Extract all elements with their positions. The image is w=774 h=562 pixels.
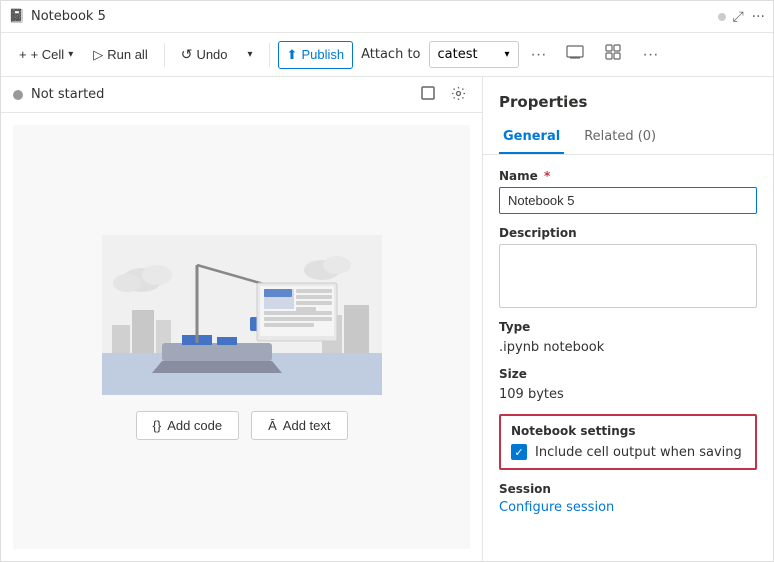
divider-1 — [164, 43, 165, 67]
description-input[interactable] — [499, 244, 757, 308]
divider-2 — [269, 43, 270, 67]
size-field-section: Size 109 bytes — [499, 367, 757, 402]
include-output-checkbox[interactable] — [511, 444, 527, 460]
notebook-icon: 📓 — [9, 9, 25, 25]
required-indicator: * — [540, 169, 550, 183]
cell-button[interactable]: + + Cell ▾ — [11, 42, 81, 67]
add-code-button[interactable]: {} Add code — [136, 411, 240, 440]
tab-related[interactable]: Related (0) — [580, 121, 660, 154]
illustration-area: {} Add code Ā Add text — [13, 125, 470, 549]
status-actions — [417, 84, 470, 106]
panel-title: Properties — [483, 77, 773, 121]
notebook-canvas: Not started — [1, 77, 483, 561]
panel-body: Name * Description Type .ipynb notebook … — [483, 155, 773, 529]
session-section: Session Configure session — [499, 482, 757, 515]
size-value: 109 bytes — [499, 387, 757, 402]
undo-icon: ↺ — [181, 46, 193, 63]
session-label: Session — [499, 482, 757, 496]
more-button-2[interactable]: ··· — [634, 41, 666, 69]
dropdown-arrow: ▾ — [504, 49, 509, 60]
description-label: Description — [499, 226, 757, 240]
description-field-section: Description — [499, 226, 757, 308]
type-value: .ipynb notebook — [499, 340, 757, 355]
status-dot — [13, 90, 23, 100]
status-bar: Not started — [1, 77, 482, 113]
layout-icon-button[interactable] — [596, 38, 630, 71]
chevron-down-icon: ▾ — [68, 49, 73, 60]
upload-icon: ⬆ — [287, 47, 298, 63]
main-area: Not started — [1, 77, 773, 561]
notebook-illustration — [102, 235, 382, 395]
title-bar: 📓 Notebook 5 ⤢ ··· — [1, 1, 773, 33]
plus-icon: + — [19, 47, 27, 62]
run-all-button[interactable]: ▷ Run all — [85, 42, 155, 68]
cell-buttons: {} Add code Ā Add text — [136, 411, 348, 440]
undo-dropdown[interactable]: ▾ — [240, 44, 261, 65]
configure-session-link[interactable]: Configure session — [499, 500, 757, 515]
checkbox-row: Include cell output when saving — [511, 444, 745, 460]
name-field-section: Name * — [499, 169, 757, 214]
tab-general[interactable]: General — [499, 121, 564, 154]
play-icon: ▷ — [93, 47, 103, 63]
expand-icon[interactable]: ⤢ — [732, 9, 743, 25]
publish-button[interactable]: ⬆ Publish — [278, 41, 354, 69]
undo-button[interactable]: ↺ Undo — [173, 41, 236, 68]
compute-icon — [566, 48, 584, 65]
window-actions: ⤢ ··· — [732, 9, 765, 25]
window-title: Notebook 5 — [31, 9, 708, 24]
compute-icon-button[interactable] — [558, 38, 592, 71]
notebook-settings-box: Notebook settings Include cell output wh… — [499, 414, 757, 470]
chevron-down-icon-2: ▾ — [248, 49, 253, 60]
attach-dropdown[interactable]: catest ▾ — [429, 41, 519, 68]
unsaved-dot — [718, 13, 726, 21]
name-input[interactable] — [499, 187, 757, 214]
type-label: Type — [499, 320, 757, 334]
more-icon[interactable]: ··· — [752, 9, 765, 25]
toolbar: + + Cell ▾ ▷ Run all ↺ Undo ▾ ⬆ Publish … — [1, 33, 773, 77]
add-text-button[interactable]: Ā Add text — [251, 411, 347, 440]
include-output-label: Include cell output when saving — [535, 445, 742, 460]
panel-tabs: General Related (0) — [483, 121, 773, 155]
layout-icon — [604, 48, 622, 65]
status-text: Not started — [31, 87, 104, 102]
name-label: Name * — [499, 169, 757, 183]
settings-button[interactable] — [447, 84, 470, 106]
type-field-section: Type .ipynb notebook — [499, 320, 757, 355]
more-button-1[interactable]: ··· — [523, 41, 555, 69]
notebook-settings-title: Notebook settings — [511, 424, 745, 438]
properties-panel: Properties General Related (0) Name * De… — [483, 77, 773, 561]
text-icon: Ā — [268, 418, 277, 433]
size-label: Size — [499, 367, 757, 381]
attach-to-label: Attach to — [357, 47, 424, 62]
stop-button[interactable] — [417, 84, 439, 106]
code-icon: {} — [153, 418, 162, 433]
